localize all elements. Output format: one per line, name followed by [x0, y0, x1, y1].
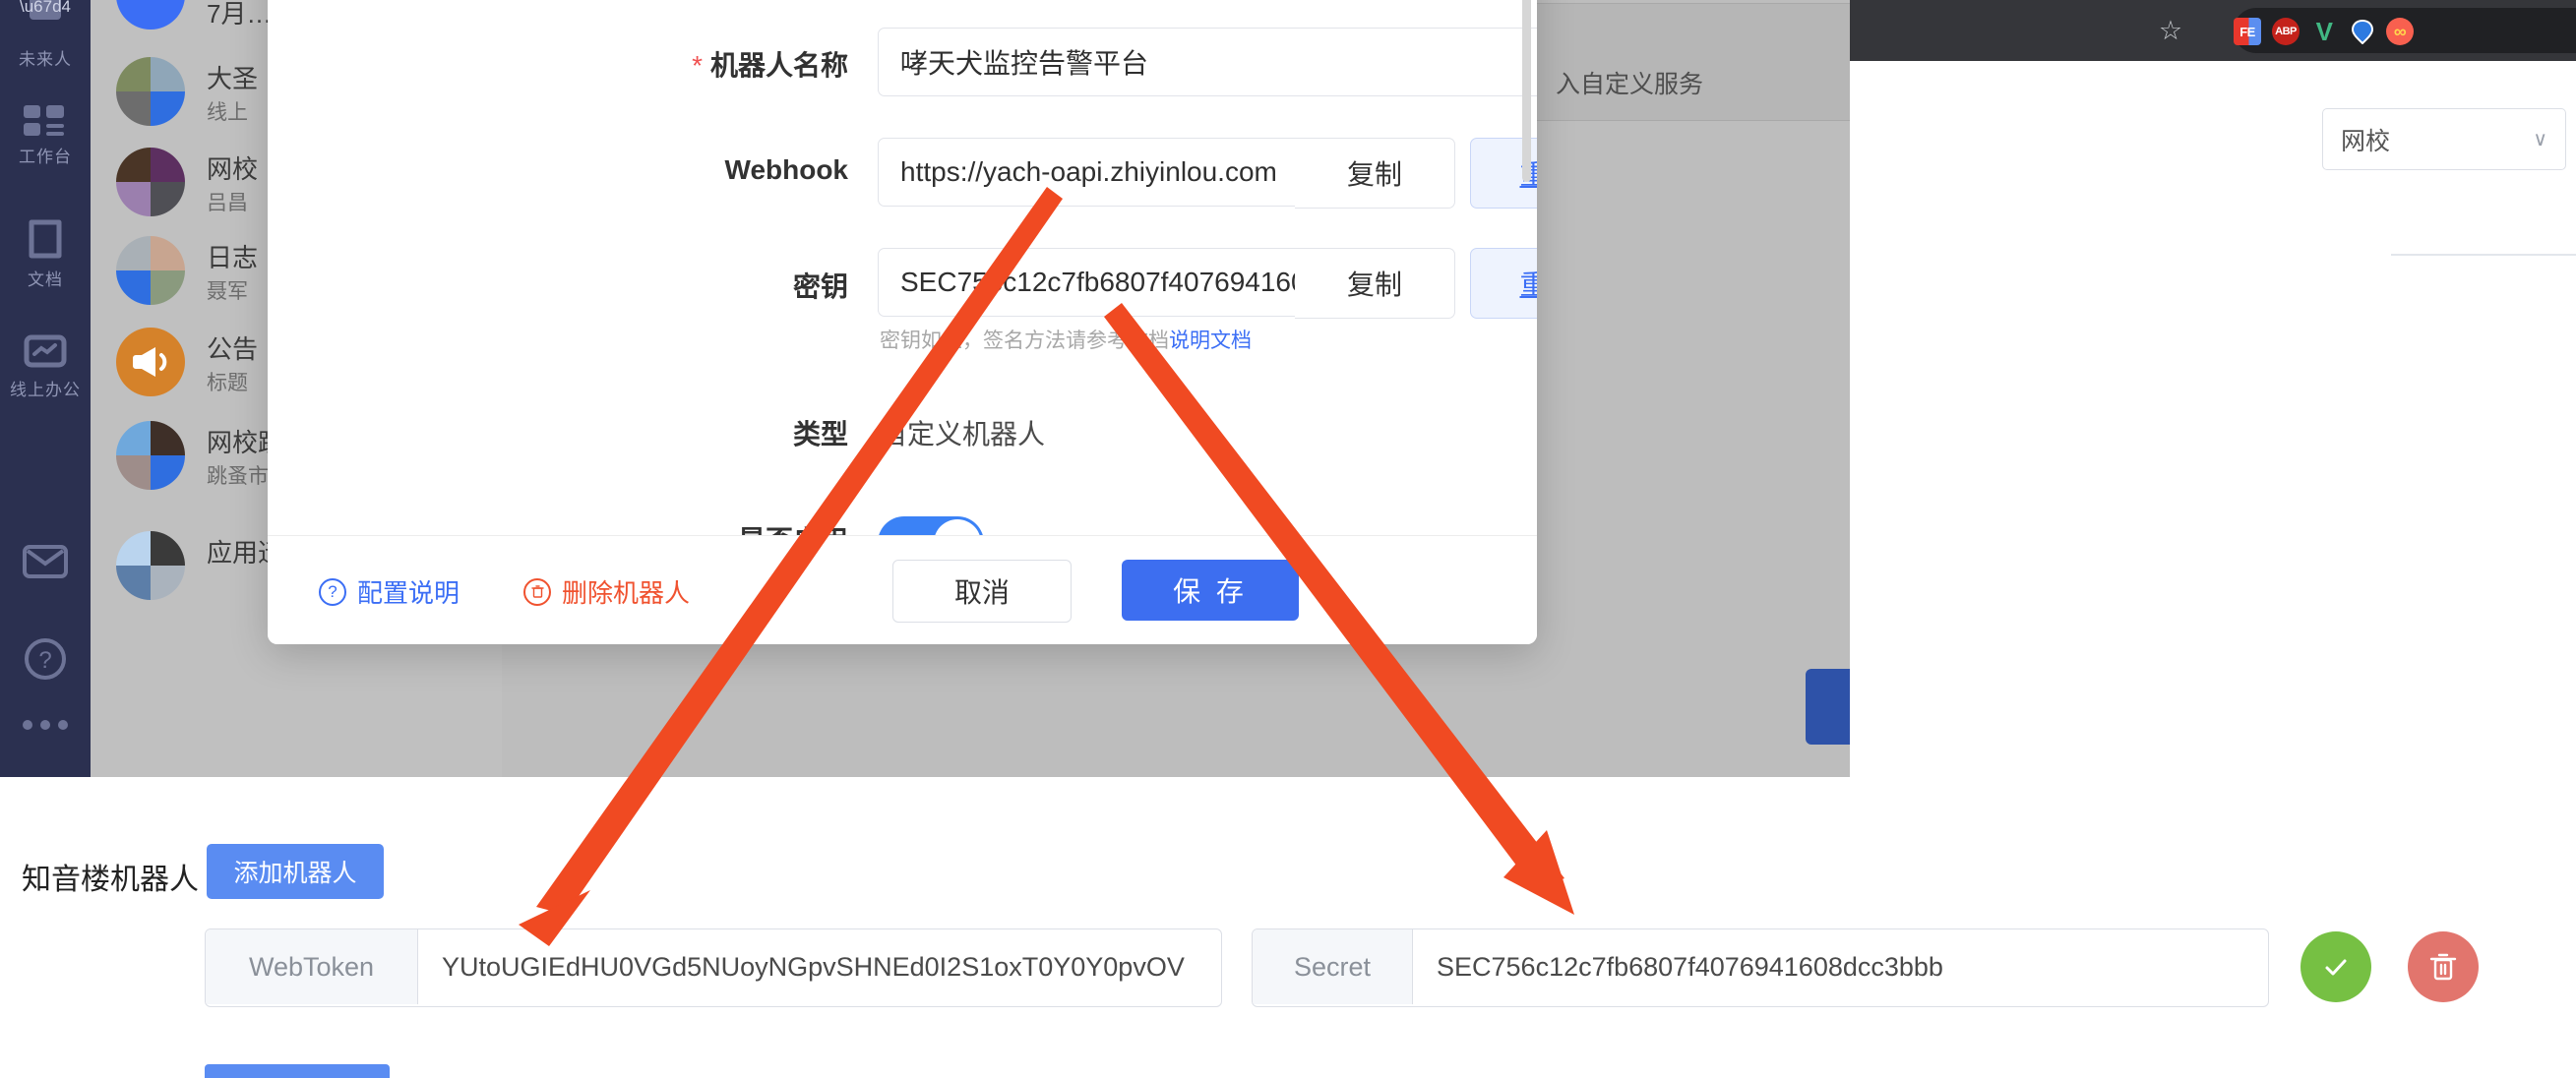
custom-service-card[interactable]: 入自定义服务 ›	[1496, 3, 1850, 121]
webhook-copy-button[interactable]: 复制	[1295, 138, 1455, 209]
modal-footer: ? 配置说明 删除机器人 取消 保 存	[268, 535, 1537, 644]
trash-icon	[2429, 953, 2457, 981]
svg-text:\u67d4: \u67d4	[20, 0, 71, 16]
gem-extension-icon[interactable]	[2349, 18, 2376, 45]
grid-icon	[0, 103, 91, 137]
robot-name-input[interactable]: 哮天犬监控告警平台	[878, 28, 1537, 96]
chat-subtitle: 吕昌	[207, 192, 248, 214]
enabled-toggle[interactable]	[878, 516, 984, 536]
bottom-panel-stub	[205, 1064, 390, 1078]
svg-text:?: ?	[38, 647, 51, 674]
trash-circle-icon	[523, 577, 551, 606]
adblock-plus-extension-icon[interactable]: ABP	[2272, 18, 2300, 45]
ellipsis-icon	[0, 718, 91, 732]
mail-icon	[0, 543, 91, 580]
toggle-knob	[934, 519, 981, 536]
sidebar-item-weilairen[interactable]: \u67d4 未来人	[0, 0, 91, 70]
background-divider	[2391, 254, 2576, 256]
megaphone-icon	[116, 328, 185, 396]
save-button[interactable]: 保 存	[1122, 560, 1299, 621]
app-sidebar-rail: \u67d4 未来人 工作台 文档 线上办公 ?	[0, 0, 91, 777]
webhook-input[interactable]: https://yach-oapi.zhiyinlou.com	[878, 138, 1296, 207]
sidebar-item-mail[interactable]	[0, 543, 91, 580]
chat-title: 大圣	[207, 64, 259, 93]
bookmark-star-icon[interactable]: ☆	[2157, 17, 2184, 44]
modal-body: * 机器人名称 哮天犬监控告警平台 Webhook https://yach-oa…	[268, 0, 1537, 536]
secret-help-link[interactable]: 说明文档	[1169, 329, 1252, 352]
webtoken-label: WebToken	[206, 929, 418, 1004]
chat-subtitle: 线上	[207, 101, 248, 124]
avatar-tile-icon: \u67d4	[0, 0, 91, 39]
chat-subtitle: 聂军	[207, 280, 248, 303]
chat-title: 网校	[207, 154, 259, 184]
sidebar-item-label: 工作台	[19, 148, 72, 166]
add-robot-button[interactable]: 添加机器人	[1806, 669, 1850, 745]
bottom-panel-title: 知音楼机器人	[22, 864, 199, 896]
config-help-label: 配置说明	[357, 578, 460, 608]
secret-copy-button[interactable]: 复制	[1295, 248, 1455, 319]
sidebar-item-online-office[interactable]: 线上办公	[0, 334, 91, 400]
secret-reset-button[interactable]: 重置	[1470, 248, 1537, 319]
type-label: 类型	[792, 419, 848, 449]
delete-robot-link[interactable]: 删除机器人	[523, 573, 690, 610]
config-help-link[interactable]: ? 配置说明	[319, 573, 460, 610]
type-value: 自定义机器人	[880, 419, 1046, 449]
sidebar-item-label: 线上办公	[10, 381, 81, 399]
chat-title: 7月…	[207, 0, 273, 29]
vue-devtools-extension-icon[interactable]: V	[2310, 17, 2338, 46]
secret-field-group: Secret SEC756c12c7fb6807f4076941608dcc3b…	[1252, 928, 2269, 1007]
question-circle-icon: ?	[319, 577, 346, 606]
chevron-down-icon: ∨	[2533, 129, 2547, 150]
required-mark: *	[692, 50, 703, 81]
avatar	[116, 148, 185, 216]
delete-robot-label: 删除机器人	[562, 578, 691, 608]
secret-label: Secret	[1253, 929, 1413, 1004]
avatar	[116, 57, 185, 126]
sidebar-item-more[interactable]	[0, 718, 91, 732]
organization-select[interactable]: 网校 ∨	[2322, 108, 2566, 170]
bottom-config-panel	[0, 777, 2576, 1078]
avatar	[116, 421, 185, 490]
webhook-label: Webhook	[724, 154, 848, 185]
avatar	[116, 0, 185, 30]
custom-service-label: 入自定义服务	[1556, 71, 1704, 98]
avatar	[116, 236, 185, 305]
question-circle-icon: ?	[0, 637, 91, 681]
sidebar-item-workbench[interactable]: 工作台	[0, 103, 91, 167]
enabled-label: 是否启用	[553, 519, 848, 536]
secret-label: 密钥	[792, 271, 848, 302]
bottom-add-robot-button[interactable]: 添加机器人	[207, 844, 384, 899]
check-icon	[2325, 959, 2347, 976]
cancel-button[interactable]: 取消	[892, 560, 1072, 623]
confirm-button[interactable]	[2300, 931, 2371, 1002]
robot-settings-modal: * 机器人名称 哮天犬监控告警平台 Webhook https://yach-oa…	[268, 0, 1537, 644]
chat-title: 日志	[207, 243, 259, 272]
chat-title: 公告	[207, 334, 259, 364]
sidebar-item-help[interactable]: ?	[0, 637, 91, 681]
secret-input[interactable]: SEC756c12c7fb6807f4076941608dcc3bbb	[878, 248, 1296, 317]
fe-helper-extension-icon[interactable]: FE	[2234, 18, 2261, 45]
webtoken-input[interactable]: YUtoUGIEdHU0VGd5NUoyNGpvSHNEd0I2S1oxT0Y0…	[418, 929, 1208, 1004]
robot-name-label: * 机器人名称	[692, 50, 848, 81]
document-icon	[0, 218, 91, 260]
sidebar-item-label: 文档	[28, 270, 63, 289]
delete-button[interactable]	[2408, 931, 2479, 1002]
avatar	[116, 531, 185, 600]
webtoken-field-group: WebToken YUtoUGIEdHU0VGd5NUoyNGpvSHNEd0I…	[205, 928, 1222, 1007]
modal-scrollbar[interactable]	[1522, 0, 1531, 182]
organization-select-value: 网校	[2341, 127, 2391, 155]
infinity-extension-icon[interactable]: ∞	[2386, 18, 2414, 45]
chart-screen-icon	[0, 334, 91, 370]
sidebar-item-docs[interactable]: 文档	[0, 218, 91, 290]
secret-help-text: 密钥如上，签名方法请参考文档说明文档	[880, 329, 1252, 352]
chat-subtitle: 标题	[207, 372, 248, 394]
secret-input[interactable]: SEC756c12c7fb6807f4076941608dcc3bbb	[1413, 929, 1967, 1004]
sidebar-item-label: 未来人	[19, 50, 72, 69]
